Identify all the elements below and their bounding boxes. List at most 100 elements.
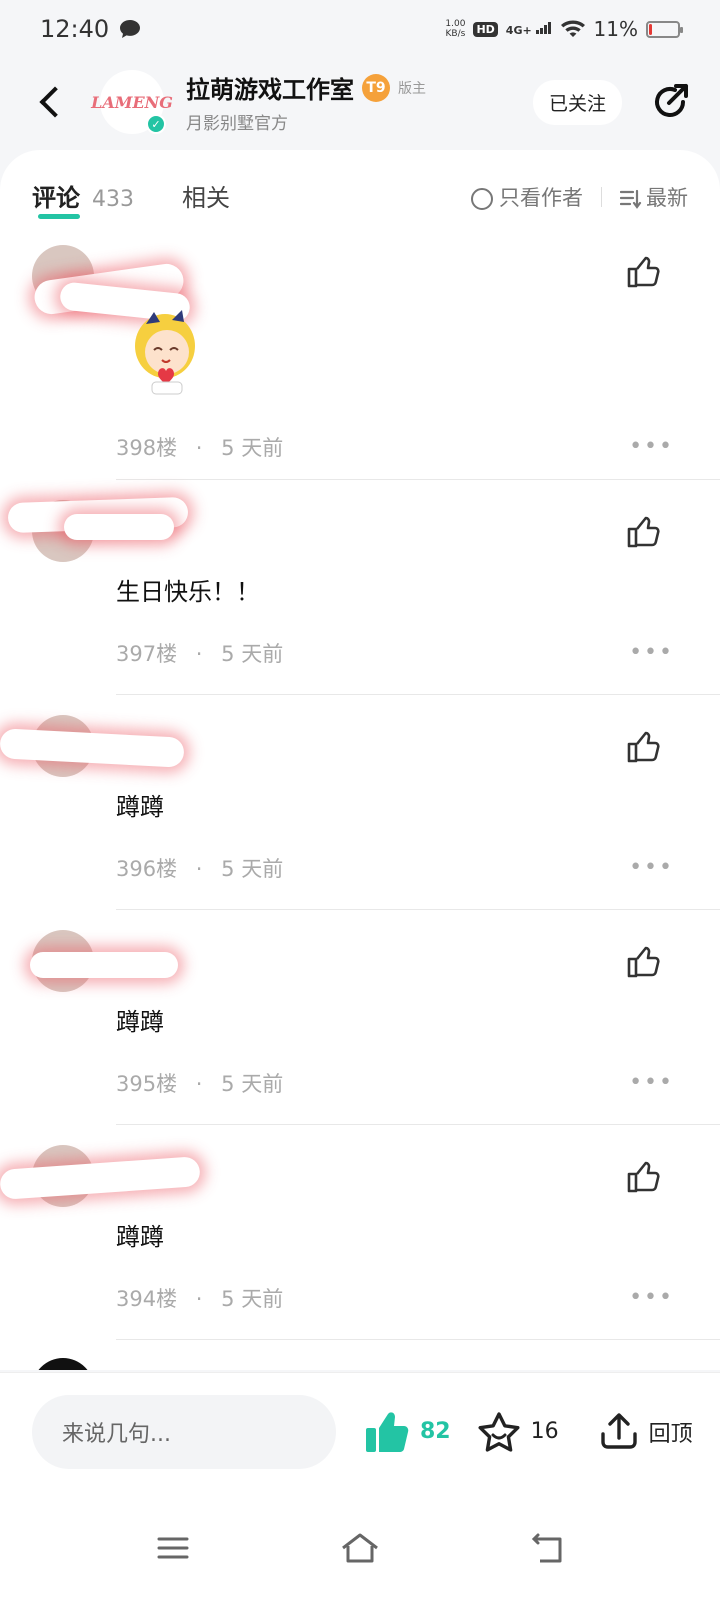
home-icon: [342, 1533, 378, 1562]
recent-apps-button[interactable]: [143, 1523, 203, 1573]
chevron-left-icon: [39, 86, 71, 118]
studio-avatar[interactable]: LAMENG ✓: [91, 70, 173, 134]
floor-number: 396楼: [116, 857, 178, 881]
more-options-icon[interactable]: •••: [629, 640, 674, 665]
back-return-icon: [531, 1533, 562, 1562]
more-options-icon[interactable]: •••: [629, 434, 674, 459]
sticker-image: [135, 310, 195, 395]
status-bar: 12:40 1.00 KB/s HD 4G+ 11%: [0, 0, 720, 58]
more-options-icon[interactable]: •••: [629, 1070, 674, 1095]
bottom-action-bar: 来说几句... 82 16 回顶: [0, 1372, 720, 1490]
share-arrow-icon: [655, 84, 688, 117]
wifi-icon: [560, 20, 585, 37]
comment-time: 5 天前: [221, 1287, 284, 1311]
floor-number: 395楼: [116, 1072, 178, 1096]
net-speed: 1.00 KB/s: [445, 19, 465, 39]
sort-icon: [620, 189, 642, 209]
clock: 12:40: [40, 15, 110, 43]
status-icons: 1.00 KB/s HD 4G+ 11%: [445, 17, 683, 41]
thumbs-up-icon[interactable]: [624, 942, 664, 982]
comment-item: 蹲蹲 395楼 · 5 天前 •••: [0, 910, 720, 1125]
status-time: 12:40: [40, 15, 141, 43]
comment-text: 生日快乐！！: [116, 578, 260, 606]
tab-related[interactable]: 相关: [182, 178, 230, 213]
meta-separator: ·: [195, 857, 203, 881]
like-count: 82: [420, 1419, 451, 1444]
comment-filters: 只看作者 最新: [471, 182, 688, 212]
comment-text: 蹲蹲: [116, 793, 164, 821]
comment-input-placeholder: 来说几句...: [62, 1421, 171, 1447]
menu-icon: [157, 1537, 189, 1558]
back-to-top-label: 回顶: [648, 1421, 693, 1447]
comment-meta: 395楼 · 5 天前: [116, 1068, 283, 1098]
comment-time: 5 天前: [221, 857, 284, 881]
sort-label: 最新: [646, 186, 688, 210]
meta-separator: ·: [195, 1287, 203, 1311]
header-title-row: 拉萌游戏工作室 T9 版主: [186, 70, 533, 105]
author-only-toggle[interactable]: 只看作者: [471, 182, 583, 212]
comment-time: 5 天前: [221, 642, 284, 666]
system-nav-bar: [0, 1490, 720, 1605]
comment-text: 蹲蹲: [116, 1223, 164, 1251]
thumbs-up-icon[interactable]: [624, 727, 664, 767]
moderator-badge: 版主: [398, 80, 426, 97]
net-speed-unit: KB/s: [445, 29, 466, 39]
comment-meta: 394楼 · 5 天前: [116, 1283, 283, 1313]
back-to-top-button[interactable]: 回顶: [599, 1412, 693, 1452]
tab-comments-label: 评论: [32, 183, 80, 212]
thumbs-up-icon[interactable]: [624, 252, 664, 292]
floor-number: 397楼: [116, 642, 178, 666]
thumbs-up-filled-icon: [366, 1411, 409, 1452]
comment-item: 生日快乐！！ 397楼 · 5 天前 •••: [0, 480, 720, 695]
thumbs-up-icon[interactable]: [624, 512, 664, 552]
favorite-button[interactable]: 16: [477, 1411, 559, 1453]
post-header: LAMENG ✓ 拉萌游戏工作室 T9 版主 月影别墅官方 已关注: [0, 64, 720, 140]
more-options-icon[interactable]: •••: [629, 855, 674, 880]
studio-name[interactable]: 拉萌游戏工作室: [186, 70, 354, 105]
back-nav-button[interactable]: [517, 1523, 577, 1573]
upload-arrow-icon: [600, 1412, 637, 1449]
battery-percent: 11%: [593, 17, 638, 41]
filter-divider: [601, 187, 602, 207]
tab-bar: 评论 433 相关 只看作者 最新: [0, 150, 720, 240]
redacted-username: [0, 728, 185, 768]
share-button[interactable]: [648, 80, 692, 124]
comment-meta: 397楼 · 5 天前: [116, 638, 283, 668]
redacted-username: [30, 952, 178, 978]
hd-icon: HD: [473, 21, 498, 37]
author-only-label: 只看作者: [499, 186, 583, 210]
net-speed-value: 1.00: [445, 19, 466, 29]
follow-button[interactable]: 已关注: [532, 79, 622, 125]
meta-separator: ·: [195, 1072, 203, 1096]
studio-logo: LAMENG: [91, 92, 173, 112]
header-info: 拉萌游戏工作室 T9 版主 月影别墅官方: [186, 70, 533, 134]
thumbs-up-icon[interactable]: [624, 1157, 664, 1197]
radio-icon: [471, 188, 493, 210]
signal-label: 4G+: [505, 23, 532, 37]
battery-icon: [646, 20, 683, 38]
back-button[interactable]: [20, 72, 80, 132]
tab-comments[interactable]: 评论 433: [32, 178, 134, 219]
meta-separator: ·: [195, 436, 203, 460]
redacted-username: [64, 514, 174, 540]
comment-item: 蹲蹲 396楼 · 5 天前 •••: [0, 695, 720, 910]
comment-input[interactable]: 来说几句...: [32, 1394, 336, 1469]
comment-time: 5 天前: [221, 1072, 284, 1096]
verified-check-icon: ✓: [146, 114, 166, 134]
sort-button[interactable]: 最新: [620, 182, 688, 212]
comment-time: 5 天前: [221, 436, 284, 460]
like-button[interactable]: 82: [364, 1410, 451, 1454]
more-options-icon[interactable]: •••: [629, 1285, 674, 1310]
cellular-signal-icon: 4G+: [505, 21, 552, 37]
battery-fill: [649, 23, 653, 35]
user-avatar[interactable]: [32, 1358, 94, 1370]
home-button[interactable]: [330, 1523, 390, 1573]
comment-meta: 398楼 · 5 天前: [116, 432, 283, 462]
studio-subtitle: 月影别墅官方: [186, 114, 288, 134]
comments-sheet: 评论 433 相关 只看作者 最新 398楼 · 5 天前 ••• 生日快乐！！…: [0, 150, 720, 1370]
comment-meta: 396楼 · 5 天前: [116, 853, 283, 883]
message-icon: [120, 20, 141, 38]
favorite-count: 16: [530, 1419, 559, 1444]
floor-number: 394楼: [116, 1287, 178, 1311]
comment-count: 433: [92, 186, 134, 212]
